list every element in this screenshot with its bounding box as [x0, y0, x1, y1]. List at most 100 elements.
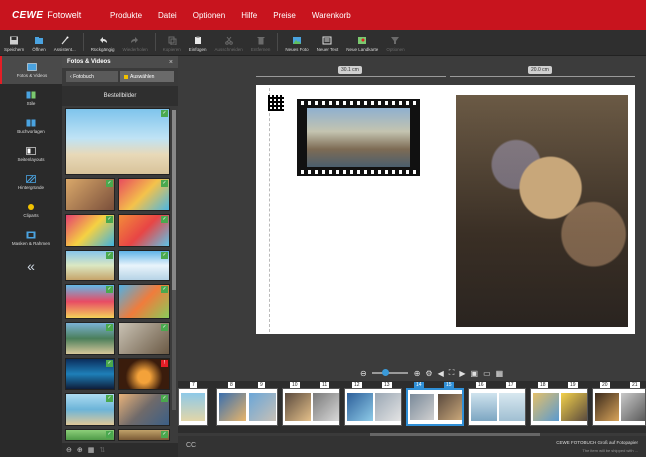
filter-icon: [391, 37, 400, 44]
undo-button[interactable]: Rückgängig: [87, 29, 119, 55]
panel-scrollbar[interactable]: [172, 110, 176, 410]
menu-warenkorb[interactable]: Warenkorb: [312, 11, 351, 20]
nav-styles[interactable]: Stile: [0, 84, 62, 112]
page-number-active: 15: [444, 382, 454, 388]
check-icon: ✓: [161, 324, 168, 331]
menu-hilfe[interactable]: Hilfe: [241, 11, 257, 20]
photo-thumb[interactable]: ✓: [118, 429, 170, 441]
save-label: Speichern: [4, 47, 25, 52]
check-icon: ✓: [106, 395, 113, 402]
menu-preise[interactable]: Preise: [273, 11, 296, 20]
nav-book-templates[interactable]: Buchvorlagen: [0, 112, 62, 140]
menu-produkte[interactable]: Produkte: [110, 11, 142, 20]
new-map-button[interactable]: Neue Landkarte: [342, 29, 382, 55]
photo-thumb[interactable]: ✓: [65, 250, 115, 281]
nav-photos-videos[interactable]: Fotos & Videos: [0, 56, 62, 84]
fullscreen-icon[interactable]: ⛶: [449, 368, 455, 378]
page-thumb[interactable]: [282, 388, 340, 426]
open-label: Öffnen: [32, 47, 46, 52]
check-icon: ✓: [106, 286, 113, 293]
sort-icon[interactable]: ⇅: [99, 446, 105, 454]
copy-button[interactable]: Kopieren: [159, 29, 185, 55]
photo-thumb[interactable]: ✓: [118, 178, 170, 211]
check-icon: ✓: [161, 431, 168, 438]
zoom-in-icon[interactable]: ⊕: [77, 446, 83, 454]
photo-thumb[interactable]: !: [118, 358, 170, 390]
back-to-photobook-button[interactable]: ‹ Fotobuch: [66, 71, 118, 82]
photo-thumb[interactable]: ✓: [65, 358, 115, 390]
page-thumb[interactable]: [178, 388, 208, 426]
delete-button[interactable]: Entfernen: [247, 29, 275, 55]
assistant-button[interactable]: Assistent...: [50, 29, 80, 55]
photo-thumb[interactable]: ✓: [65, 108, 170, 175]
photo-thumb[interactable]: ✓: [118, 393, 170, 426]
page-thumb[interactable]: [468, 388, 526, 426]
qr-code-icon: [268, 95, 284, 111]
check-icon: ✓: [106, 216, 113, 223]
view-spread-icon[interactable]: ▭: [483, 369, 491, 378]
photo-thumb[interactable]: ✓: [65, 214, 115, 247]
prev-page-icon[interactable]: ◀: [438, 369, 444, 378]
photo-thumb[interactable]: ✓: [65, 178, 115, 211]
open-button[interactable]: Öffnen: [28, 29, 49, 55]
assistant-label: Assistent...: [53, 47, 76, 52]
menu-datei[interactable]: Datei: [158, 11, 177, 20]
photo-thumb[interactable]: ✓: [118, 250, 170, 281]
nav-book-templates-label: Buchvorlagen: [17, 128, 45, 134]
close-icon[interactable]: ×: [169, 59, 173, 66]
view-grid-icon[interactable]: ▦: [496, 369, 504, 378]
photo-thumb[interactable]: ✓: [65, 322, 115, 355]
page-thumb[interactable]: [530, 388, 588, 426]
zoom-controls: ⊖ ⊕ ⚙ ◀ ⛶ ▶ ▣ ▭ ▦: [360, 367, 540, 379]
menu-optionen[interactable]: Optionen: [193, 11, 225, 20]
view-single-icon[interactable]: ▣: [471, 369, 479, 378]
zoom-out-icon[interactable]: ⊖: [66, 446, 72, 454]
filmstrip-photo-frame[interactable]: [297, 99, 420, 176]
book-templates-icon: [26, 119, 36, 126]
page-thumb-active[interactable]: [406, 388, 464, 426]
options-dropdown-button[interactable]: Optionen: [382, 29, 408, 55]
redo-icon: [131, 37, 139, 43]
photo-thumb[interactable]: ✓: [118, 322, 170, 355]
check-icon: ✓: [161, 110, 168, 117]
photo-thumb[interactable]: ✓: [65, 284, 115, 319]
cut-button[interactable]: Ausschneiden: [211, 29, 247, 55]
panel-footer: ⊖ ⊕ ▦ ⇅: [62, 443, 178, 457]
photo-thumb[interactable]: ✓: [118, 284, 170, 319]
photo-thumb[interactable]: ✓: [118, 214, 170, 247]
paste-button[interactable]: Einfügen: [185, 29, 211, 55]
scrollbar-thumb[interactable]: [172, 110, 176, 290]
nav-page-layouts[interactable]: Seitenlayouts: [0, 140, 62, 168]
masks-frames-icon: [26, 231, 36, 238]
page-thumb[interactable]: [344, 388, 402, 426]
page-thumb[interactable]: [592, 388, 646, 426]
select-label: Auswählen: [130, 73, 155, 80]
nav-cliparts[interactable]: Cliparts: [0, 196, 62, 224]
new-photo-button[interactable]: Neues Foto: [281, 29, 312, 55]
photos-panel: Fotos & Videos × ‹ Fotobuch Auswählen Be…: [62, 56, 178, 457]
check-icon: ✓: [161, 216, 168, 223]
bubbles-photo[interactable]: [456, 95, 628, 327]
zoom-in-button[interactable]: ⊕: [414, 369, 421, 378]
main-menu: Produkte Datei Optionen Hilfe Preise War…: [110, 11, 367, 20]
zoom-slider-handle[interactable]: [381, 369, 389, 376]
photo-thumb[interactable]: ✓: [65, 429, 115, 441]
nav-masks-frames[interactable]: Masken & Rahmen: [0, 224, 62, 252]
select-button[interactable]: Auswählen: [120, 71, 174, 82]
nav-backgrounds[interactable]: Hintergründe: [0, 168, 62, 196]
collapse-sidebar-button[interactable]: «: [0, 258, 62, 274]
check-icon: ✓: [161, 180, 168, 187]
photo-thumb[interactable]: ✓: [65, 393, 115, 426]
new-text-button[interactable]: Neuer Text: [313, 29, 343, 55]
zoom-slider[interactable]: [371, 369, 408, 376]
redo-button[interactable]: Wiederholen: [118, 29, 151, 55]
next-page-icon[interactable]: ▶: [459, 369, 465, 378]
nav-styles-label: Stile: [26, 100, 36, 106]
page-settings-icon[interactable]: ⚙: [425, 369, 432, 378]
paste-label: Einfügen: [188, 47, 207, 52]
save-button[interactable]: Speichern: [0, 29, 28, 55]
zoom-out-button[interactable]: ⊖: [360, 369, 367, 378]
grid-view-icon[interactable]: ▦: [88, 446, 95, 454]
new-photo-label: Neues Foto: [285, 47, 309, 52]
page-thumb[interactable]: [216, 388, 278, 426]
